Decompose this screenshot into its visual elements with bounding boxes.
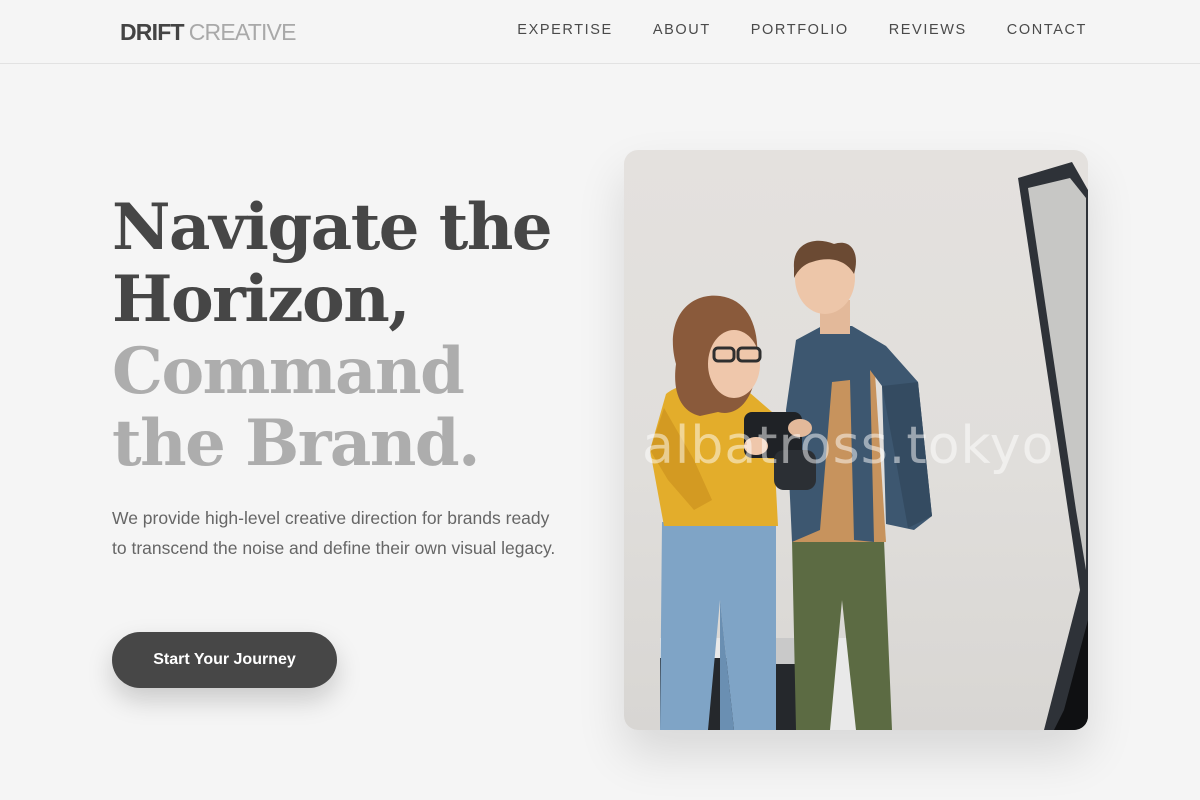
logo-light-text: CREATIVE xyxy=(188,19,297,45)
site-header: DRIFT CREATIVE EXPERTISE ABOUT PORTFOLIO … xyxy=(0,0,1200,64)
nav-item-reviews[interactable]: REVIEWS xyxy=(889,20,967,40)
brand-logo[interactable]: DRIFT CREATIVE xyxy=(120,18,296,46)
start-journey-button[interactable]: Start Your Journey xyxy=(112,632,337,688)
nav-item-about[interactable]: ABOUT xyxy=(653,20,711,40)
headline-line-2: Horizon, xyxy=(112,262,411,337)
headline-line-4: the Brand. xyxy=(112,406,480,481)
headline-line-3: Command xyxy=(112,334,465,409)
headline-line-1: Navigate the xyxy=(112,190,553,265)
nav-item-portfolio[interactable]: PORTFOLIO xyxy=(751,20,849,40)
logo-strong-text: DRIFT xyxy=(120,19,185,45)
hero-headline: Navigate the Horizon, Command the Brand. xyxy=(112,192,592,480)
nav-item-expertise[interactable]: EXPERTISE xyxy=(517,20,613,40)
main-nav: EXPERTISE ABOUT PORTFOLIO REVIEWS CONTAC… xyxy=(517,20,1087,40)
hero-photo: albatross.tokyo xyxy=(624,150,1088,730)
photo-watermark: albatross.tokyo xyxy=(642,416,1055,476)
nav-item-contact[interactable]: CONTACT xyxy=(1007,20,1087,40)
hero-description: We provide high-level creative direction… xyxy=(112,508,556,558)
